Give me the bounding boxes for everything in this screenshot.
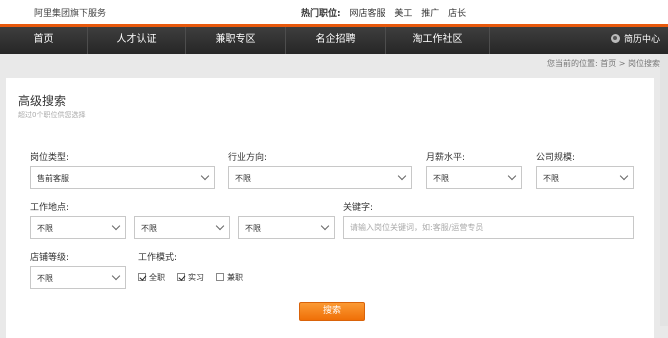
company-size-label: 公司规模: bbox=[536, 153, 576, 163]
hot-jobs: 热门职位: 网店客服 美工 推广 店长 bbox=[301, 6, 472, 19]
shop-level-label: 店铺等级: bbox=[30, 253, 70, 263]
salary-label: 月薪水平: bbox=[426, 153, 466, 163]
work-mode-fulltime-checkbox[interactable]: 全职 bbox=[138, 272, 165, 283]
work-mode-intern-checkbox[interactable]: 实习 bbox=[177, 272, 204, 283]
top-bar: 阿里集团旗下服务 热门职位: 网店客服 美工 推广 店长 bbox=[0, 0, 668, 24]
checkbox-checked-icon bbox=[138, 273, 146, 281]
nav-item-parttime[interactable]: 兼职专区 bbox=[186, 27, 286, 54]
location-district-select[interactable]: 不限 bbox=[238, 216, 335, 239]
location-province-value: 不限 bbox=[37, 224, 53, 233]
work-mode-parttime-checkbox[interactable]: 兼职 bbox=[216, 272, 243, 283]
shop-level-value: 不限 bbox=[37, 274, 53, 283]
breadcrumb-prefix: 您当前的位置: bbox=[546, 59, 598, 68]
hot-jobs-label: 热门职位: bbox=[301, 9, 341, 19]
chevron-down-icon bbox=[200, 171, 210, 181]
chevron-down-icon bbox=[111, 271, 121, 281]
chevron-down-icon bbox=[507, 171, 517, 181]
breadcrumb-current: 岗位搜索 bbox=[628, 59, 660, 68]
company-size-select[interactable]: 不限 bbox=[536, 166, 634, 189]
job-type-select[interactable]: 售前客服 bbox=[30, 166, 215, 189]
location-province-select[interactable]: 不限 bbox=[30, 216, 126, 239]
chevron-down-icon bbox=[111, 221, 121, 231]
industry-label: 行业方向: bbox=[228, 153, 268, 163]
company-size-value: 不限 bbox=[543, 174, 559, 183]
work-mode-option-label: 全职 bbox=[149, 273, 165, 282]
breadcrumb-home[interactable]: 首页 bbox=[600, 59, 616, 68]
main-nav: 首页 人才认证 兼职专区 名企招聘 淘工作社区 简历中心 bbox=[0, 24, 668, 54]
hot-job-link[interactable]: 美工 bbox=[394, 9, 412, 19]
work-mode-option-label: 兼职 bbox=[227, 273, 243, 282]
location-district-value: 不限 bbox=[245, 224, 261, 233]
salary-value: 不限 bbox=[433, 174, 449, 183]
brand-text: 阿里集团旗下服务 bbox=[34, 9, 107, 19]
breadcrumb: 您当前的位置: 首页 > 岗位搜索 bbox=[547, 58, 660, 69]
page-subtitle: 超过0个职位供您选择 bbox=[18, 111, 86, 119]
breadcrumb-separator: > bbox=[618, 59, 626, 68]
salary-select[interactable]: 不限 bbox=[426, 166, 522, 189]
work-mode-label: 工作模式: bbox=[138, 253, 178, 263]
advanced-search-panel: 高级搜索 超过0个职位供您选择 岗位类型: 售前客服 行业方向: 不限 月薪水平… bbox=[6, 78, 654, 338]
resume-center-label: 简历中心 bbox=[623, 35, 660, 45]
page-title: 高级搜索 bbox=[18, 94, 67, 108]
checkbox-checked-icon bbox=[177, 273, 185, 281]
hot-job-link[interactable]: 网店客服 bbox=[349, 9, 385, 19]
location-city-value: 不限 bbox=[141, 224, 157, 233]
page-scrollbar[interactable] bbox=[660, 54, 668, 326]
chevron-down-icon bbox=[619, 171, 629, 181]
resume-center-link[interactable]: 简历中心 bbox=[610, 27, 660, 54]
checkbox-unchecked-icon bbox=[216, 273, 224, 281]
location-label: 工作地点: bbox=[30, 203, 70, 213]
hot-job-link[interactable]: 推广 bbox=[421, 9, 439, 19]
chevron-down-icon bbox=[215, 221, 225, 231]
job-type-label: 岗位类型: bbox=[30, 153, 70, 163]
chevron-down-icon bbox=[320, 221, 330, 231]
search-button[interactable]: 搜索 bbox=[299, 302, 365, 321]
chevron-down-icon bbox=[397, 171, 407, 181]
keyword-label: 关键字: bbox=[343, 203, 374, 213]
job-type-value: 售前客服 bbox=[37, 174, 69, 183]
nav-item-home[interactable]: 首页 bbox=[0, 27, 88, 54]
shop-level-select[interactable]: 不限 bbox=[30, 266, 126, 289]
industry-value: 不限 bbox=[235, 174, 251, 183]
keyword-input[interactable] bbox=[343, 216, 634, 239]
resume-icon bbox=[610, 34, 620, 43]
location-city-select[interactable]: 不限 bbox=[134, 216, 230, 239]
hot-job-link[interactable]: 店长 bbox=[448, 9, 466, 19]
work-mode-option-label: 实习 bbox=[188, 273, 204, 282]
nav-item-community[interactable]: 淘工作社区 bbox=[386, 27, 490, 54]
breadcrumb-bar: 您当前的位置: 首页 > 岗位搜索 bbox=[0, 54, 668, 72]
nav-item-certification[interactable]: 人才认证 bbox=[88, 27, 186, 54]
industry-select[interactable]: 不限 bbox=[228, 166, 412, 189]
nav-item-company-recruit[interactable]: 名企招聘 bbox=[286, 27, 386, 54]
